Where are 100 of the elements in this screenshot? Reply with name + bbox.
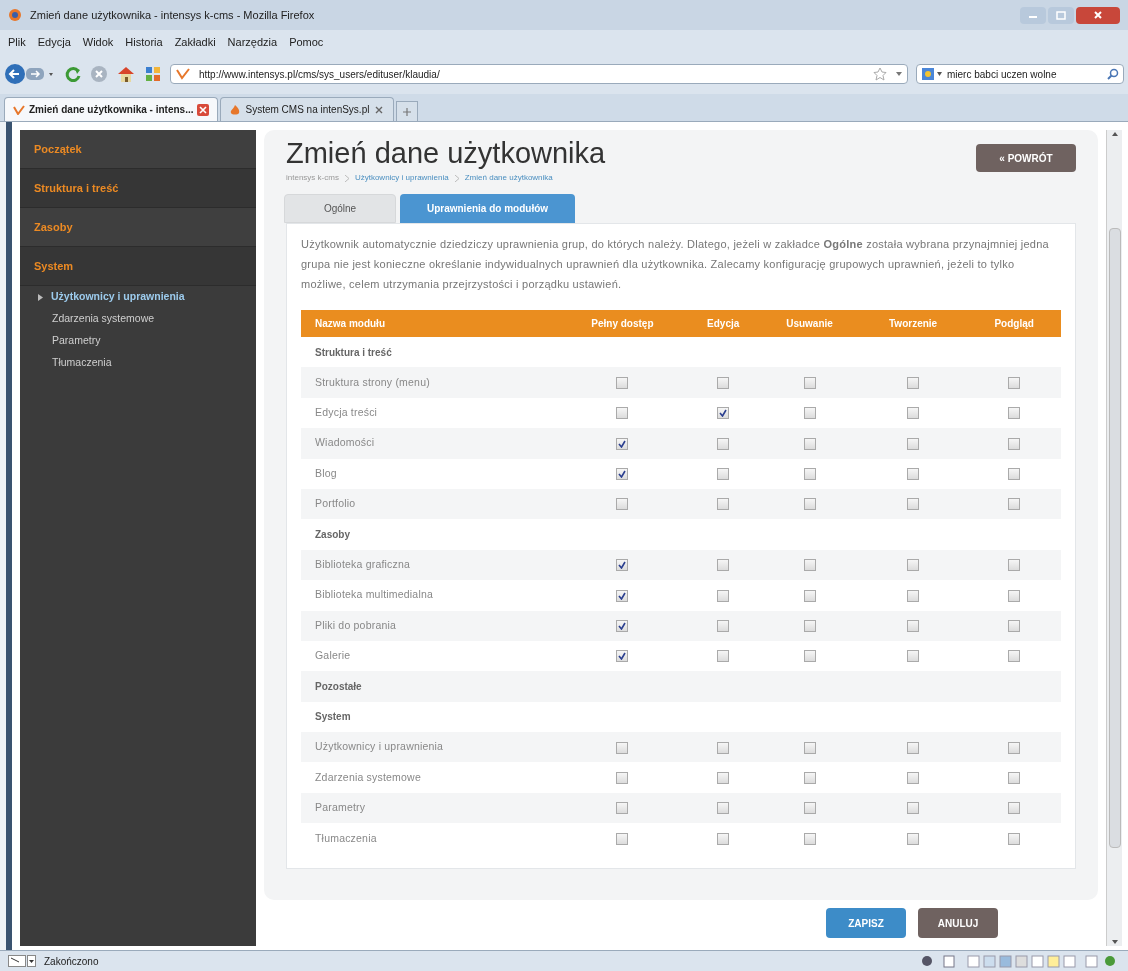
maximize-button[interactable] <box>1048 6 1074 24</box>
menu-item[interactable]: Zakładki <box>174 33 216 51</box>
checkbox[interactable] <box>616 468 629 481</box>
checkbox[interactable] <box>1008 498 1021 511</box>
new-tab-button[interactable] <box>396 101 419 121</box>
browser-tab[interactable]: System CMS na intenSys.pl <box>220 97 395 121</box>
checkbox[interactable] <box>717 620 730 633</box>
checkbox[interactable] <box>907 802 920 815</box>
sidebar-item[interactable]: Użytkownicy i uprawnienia <box>20 286 256 308</box>
scrollbar[interactable] <box>1106 130 1122 946</box>
menu-item[interactable]: Plik <box>8 33 26 51</box>
menu-item[interactable]: Historia <box>125 33 163 51</box>
checkbox[interactable] <box>907 832 920 845</box>
stop-icon[interactable] <box>90 65 108 83</box>
checkbox[interactable] <box>717 802 730 815</box>
minimize-button[interactable] <box>1020 6 1046 24</box>
checkbox[interactable] <box>717 468 730 481</box>
checkbox[interactable] <box>907 741 920 754</box>
checkbox[interactable] <box>1008 741 1021 754</box>
checkbox[interactable] <box>717 498 730 511</box>
checkbox[interactable] <box>1008 376 1021 389</box>
reload-icon[interactable] <box>64 65 82 83</box>
checkbox[interactable] <box>907 437 920 450</box>
checkbox[interactable] <box>616 741 629 754</box>
cancel-button[interactable]: ANULUJ <box>918 908 998 938</box>
checkbox[interactable] <box>616 498 629 511</box>
sidebar-item[interactable]: Tłumaczenia <box>20 352 256 374</box>
checkbox[interactable] <box>1008 802 1021 815</box>
checkbox[interactable] <box>1008 559 1021 572</box>
checkbox[interactable] <box>616 376 629 389</box>
checkbox[interactable] <box>803 650 816 663</box>
checkbox[interactable] <box>717 650 730 663</box>
checkbox[interactable] <box>1008 620 1021 633</box>
checkbox[interactable] <box>803 468 816 481</box>
checkbox[interactable] <box>803 437 816 450</box>
checkbox[interactable] <box>803 832 816 845</box>
save-button[interactable]: ZAPISZ <box>826 908 906 938</box>
tab[interactable]: Ogólne <box>284 194 396 223</box>
checkbox[interactable] <box>907 650 920 663</box>
menu-item[interactable]: Edycja <box>37 33 71 51</box>
checkbox[interactable] <box>616 407 629 420</box>
status-menu-icon[interactable] <box>8 955 36 967</box>
sidebar-section[interactable]: Zasoby <box>20 208 256 247</box>
checkbox[interactable] <box>907 559 920 572</box>
checkbox[interactable] <box>717 437 730 450</box>
checkbox[interactable] <box>803 802 816 815</box>
checkbox[interactable] <box>717 407 730 420</box>
back-button[interactable]: « POWRÓT <box>976 144 1076 172</box>
checkbox[interactable] <box>717 559 730 572</box>
checkbox[interactable] <box>1008 772 1021 784</box>
checkbox[interactable] <box>907 589 920 602</box>
scroll-up-icon[interactable] <box>1110 130 1119 138</box>
checkbox[interactable] <box>616 589 629 602</box>
menu-item[interactable]: Pomoc <box>289 33 324 51</box>
checkbox[interactable] <box>907 376 920 389</box>
checkbox[interactable] <box>616 832 629 845</box>
checkbox[interactable] <box>803 498 816 511</box>
home-icon[interactable] <box>116 65 136 83</box>
checkbox[interactable] <box>1008 468 1021 481</box>
checkbox[interactable] <box>803 772 816 784</box>
sidebar-section[interactable]: Struktura i treść <box>20 169 256 208</box>
checkbox[interactable] <box>717 832 730 845</box>
checkbox[interactable] <box>1008 650 1021 663</box>
checkbox[interactable] <box>803 559 816 572</box>
scroll-down-icon[interactable] <box>1110 938 1119 946</box>
checkbox[interactable] <box>907 498 920 511</box>
search-field[interactable]: mierc babci uczen wolne <box>916 64 1124 84</box>
checkbox[interactable] <box>1008 832 1021 845</box>
menu-item[interactable]: Widok <box>82 33 114 51</box>
checkbox[interactable] <box>1008 589 1021 602</box>
checkbox[interactable] <box>616 437 629 450</box>
checkbox[interactable] <box>803 741 816 754</box>
checkbox[interactable] <box>907 620 920 633</box>
sidebar-item[interactable]: Zdarzenia systemowe <box>20 308 256 330</box>
sidebar-section[interactable]: Początek <box>20 130 256 169</box>
grid-icon[interactable] <box>144 65 162 83</box>
star-icon[interactable] <box>873 67 887 81</box>
checkbox[interactable] <box>717 589 730 602</box>
checkbox[interactable] <box>907 407 920 420</box>
dropdown-icon[interactable] <box>895 70 903 78</box>
checkbox[interactable] <box>616 559 629 572</box>
checkbox[interactable] <box>616 650 629 663</box>
checkbox[interactable] <box>803 376 816 389</box>
checkbox[interactable] <box>803 620 816 633</box>
search-icon[interactable] <box>1107 68 1119 80</box>
address-bar[interactable]: http://www.intensys.pl/cms/sys_users/edituser/klaudia/ <box>170 64 908 84</box>
checkbox[interactable] <box>616 802 629 815</box>
sidebar-section[interactable]: System <box>20 247 256 286</box>
checkbox[interactable] <box>907 468 920 481</box>
sidebar-item[interactable]: Parametry <box>20 330 256 352</box>
close-button[interactable] <box>1076 6 1120 24</box>
checkbox[interactable] <box>803 589 816 602</box>
menu-item[interactable]: Narzędzia <box>227 33 278 51</box>
checkbox[interactable] <box>803 407 816 420</box>
checkbox[interactable] <box>616 620 629 633</box>
checkbox[interactable] <box>1008 437 1021 450</box>
checkbox[interactable] <box>907 772 920 784</box>
browser-tab[interactable]: Zmień dane użytkownika - intens... <box>4 97 219 121</box>
close-tab-icon[interactable] <box>197 103 210 116</box>
checkbox[interactable] <box>717 376 730 389</box>
